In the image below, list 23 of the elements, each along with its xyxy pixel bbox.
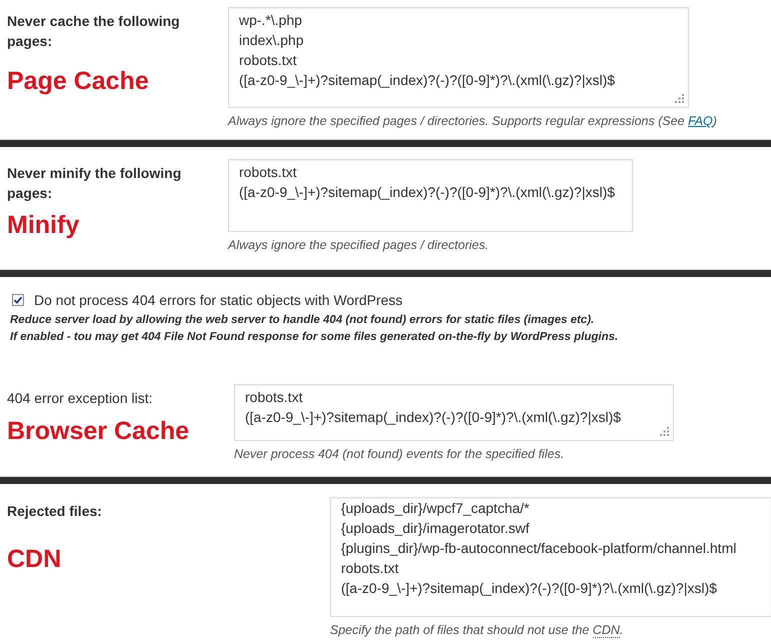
field-description: Specify the path of files that should not use the CDN.: [330, 622, 624, 638]
field-label: Never cache the following pages:: [7, 12, 181, 51]
checkbox[interactable]: [12, 294, 24, 306]
section-caption: CDN: [7, 544, 62, 574]
section-caption: Browser Cache: [7, 416, 190, 446]
text-area[interactable]: {uploads_dir}/wpcf7_captcha/* {uploads_dir}/imagerotator.swf {plugins_dir}/wp-fb-autoconnect/facebook-platform/channel.html robots.txt ([a-z0-9_\-]+)?sitemap(_index)?(-)?([0-9]*)?\.(xml(\.gz)?|xsl)$: [330, 497, 771, 617]
faq-link[interactable]: FAQ: [688, 114, 713, 128]
field-label: 404 error exception list:: [7, 388, 153, 408]
resize-grip-icon[interactable]: [675, 94, 684, 103]
section-caption: Minify: [7, 210, 80, 240]
checkbox-label[interactable]: Do not process 404 errors for static objects with WordPress: [34, 290, 403, 310]
field-description: Always ignore the specified pages / directories.: [228, 237, 490, 253]
field-label: Rejected files:: [7, 502, 102, 521]
field-description: Always ignore the specified pages / directories. Supports regular expressions (See FAQ): [228, 113, 718, 129]
help-text: If enabled - tou may get 404 File Not Found response for some files generated on-the-fly by WordPress plugins.: [9, 330, 620, 344]
text-area[interactable]: wp-.*\.php index\.php robots.txt ([a-z0-9_\-]+)?sitemap(_index)?(-)?([0-9]*)?\.(xml(\.gz)?|xsl)$: [228, 7, 689, 108]
resize-grip-icon[interactable]: [660, 426, 669, 436]
text-area[interactable]: robots.txt ([a-z0-9_\-]+)?sitemap(_index)?(-)?([0-9]*)?\.(xml(\.gz)?|xsl)$: [234, 384, 674, 440]
text-area[interactable]: robots.txt ([a-z0-9_\-]+)?sitemap(_index)?(-)?([0-9]*)?\.(xml(\.gz)?|xsl)$: [228, 159, 633, 232]
field-label: Never minify the following pages:: [7, 164, 182, 203]
section-caption: Page Cache: [7, 66, 149, 96]
help-text: Reduce server load by allowing the web server to handle 404 (not found) errors for static files (images etc).: [9, 312, 596, 328]
field-description: Never process 404 (not found) events for the specified files.: [234, 446, 566, 462]
